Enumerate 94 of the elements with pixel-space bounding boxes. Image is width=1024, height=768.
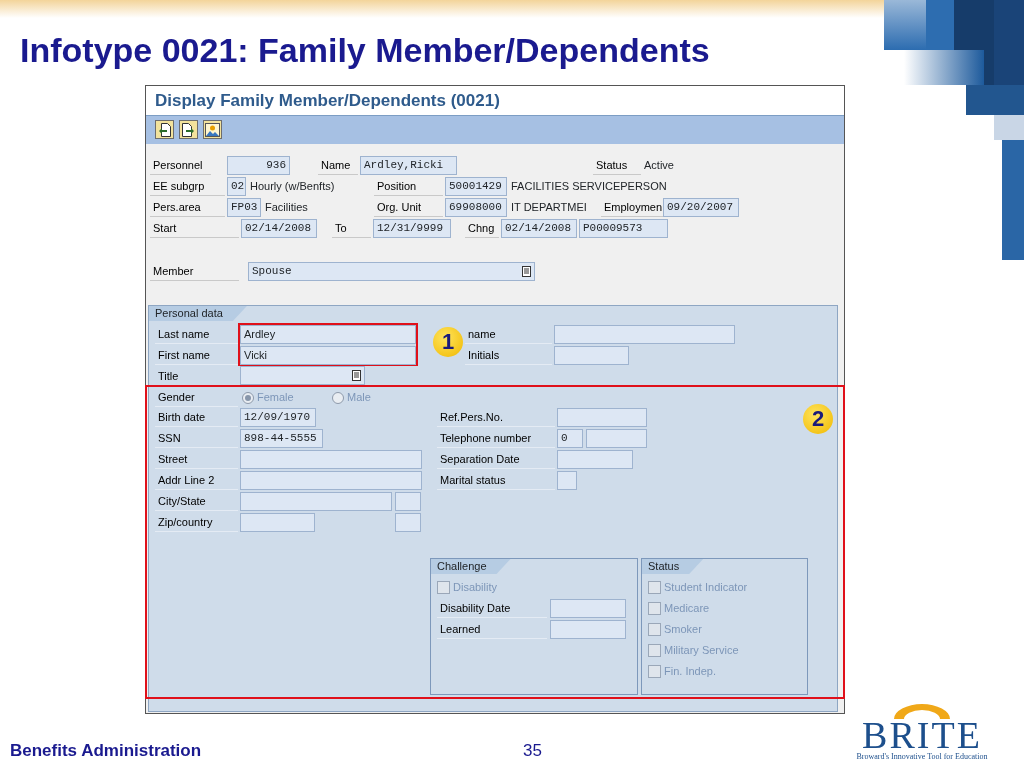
- checkbox-label: Smoker: [664, 622, 702, 638]
- input-field[interactable]: [240, 513, 315, 532]
- field-label: Member: [150, 262, 239, 281]
- field-label: Start: [150, 219, 239, 238]
- previous-button[interactable]: [155, 120, 174, 139]
- field-label: Disability Date: [437, 599, 547, 618]
- callout-marker: 2: [803, 404, 833, 434]
- field-label: Birth date: [155, 408, 238, 427]
- window-title: Display Family Member/Dependents (0021): [155, 91, 500, 110]
- image-button[interactable]: [203, 120, 222, 139]
- logo-text: BRITE: [862, 719, 982, 752]
- logo-tagline: Broward's Innovative Tool for Education: [856, 752, 988, 761]
- value-text: Facilities: [265, 200, 309, 215]
- checkbox-label: Student Indicator: [664, 580, 748, 596]
- input-field[interactable]: 50001429: [445, 177, 507, 196]
- landscape-icon: [205, 122, 220, 137]
- slide-title: Infotype 0021: Family Member/Dependents: [20, 31, 710, 69]
- input-field[interactable]: 936: [227, 156, 290, 175]
- input-field[interactable]: 69908000: [445, 198, 507, 217]
- input-field[interactable]: [240, 450, 422, 469]
- page-arrow-right-icon: [182, 122, 195, 137]
- input-field[interactable]: [557, 450, 633, 469]
- next-button[interactable]: [179, 120, 198, 139]
- sun-icon: [892, 703, 952, 719]
- input-field[interactable]: [240, 471, 422, 490]
- dropdown-field[interactable]: Spouse: [248, 262, 535, 281]
- field-label: First name: [155, 346, 238, 365]
- value-text: FACILITIES SERVICEPERSON: [511, 179, 668, 194]
- input-field[interactable]: [240, 492, 392, 511]
- input-field[interactable]: 02/14/2008: [501, 219, 577, 238]
- field-label: Learned: [437, 620, 547, 639]
- input-field[interactable]: FP03: [227, 198, 261, 217]
- option-label: Male: [347, 390, 371, 406]
- input-field[interactable]: 02: [227, 177, 246, 196]
- field-label: EE subgrp: [150, 177, 225, 196]
- field-label: Chng: [465, 219, 499, 238]
- page-arrow-left-icon: [158, 122, 171, 137]
- input-field[interactable]: [395, 492, 421, 511]
- input-field[interactable]: [395, 513, 421, 532]
- input-field[interactable]: [554, 346, 629, 365]
- field-label: Pers.area: [150, 198, 225, 217]
- field-label: Marital status: [437, 471, 555, 490]
- field-label: Status: [593, 156, 641, 175]
- input-field[interactable]: 09/20/2007: [663, 198, 739, 217]
- input-field[interactable]: [557, 408, 647, 427]
- value-text: IT DEPARTMEI: [511, 200, 588, 215]
- input-field[interactable]: [557, 471, 577, 490]
- input-field[interactable]: 12/31/9999: [373, 219, 451, 238]
- input-field[interactable]: 02/14/2008: [241, 219, 317, 238]
- field-label: Personnel: [150, 156, 211, 175]
- checkbox-label: Medicare: [664, 601, 710, 617]
- value-text: Hourly (w/Benfts): [250, 179, 336, 194]
- field-label: Ref.Pers.No.: [437, 408, 555, 427]
- group-title: Challenge: [431, 559, 511, 574]
- input-field[interactable]: Ardley: [240, 325, 416, 344]
- input-field[interactable]: [586, 429, 647, 448]
- input-field[interactable]: 0: [557, 429, 583, 448]
- field-label: Addr Line 2: [155, 471, 238, 490]
- input-field[interactable]: [554, 325, 735, 344]
- dropdown-field[interactable]: [240, 366, 365, 385]
- field-label: name: [465, 325, 552, 344]
- checkbox-label: Disability: [453, 580, 497, 596]
- input-field[interactable]: [550, 620, 626, 639]
- field-label: Telephone number: [437, 429, 555, 448]
- input-field[interactable]: 898-44-5555: [240, 429, 323, 448]
- field-label: Zip/country: [155, 513, 238, 532]
- input-field[interactable]: P00009573: [579, 219, 668, 238]
- field-label: SSN: [155, 429, 238, 448]
- field-label: To: [332, 219, 371, 238]
- input-field[interactable]: Vicki: [240, 346, 416, 365]
- field-label: City/State: [155, 492, 238, 511]
- group-title: Status: [642, 559, 704, 574]
- field-label: Title: [155, 367, 238, 386]
- field-label: Initials: [465, 346, 552, 365]
- input-field[interactable]: Ardley,Ricki: [360, 156, 457, 175]
- field-label: Last name: [155, 325, 238, 344]
- input-field[interactable]: [550, 599, 626, 618]
- value-text: Active: [644, 158, 675, 173]
- field-label: Name: [318, 156, 358, 175]
- option-label: Female: [257, 390, 294, 406]
- field-label: Separation Date: [437, 450, 555, 469]
- field-label: Street: [155, 450, 238, 469]
- callout-marker: 1: [433, 327, 463, 357]
- field-label: Org. Unit: [374, 198, 443, 217]
- checkbox-label: Military Service: [664, 643, 739, 659]
- list-icon: [352, 370, 361, 381]
- field-label: Position: [374, 177, 443, 196]
- checkbox-label: Fin. Indep.: [664, 664, 716, 680]
- input-field[interactable]: 12/09/1970: [240, 408, 316, 427]
- field-label: Gender: [155, 388, 238, 407]
- list-icon: [522, 266, 531, 277]
- group-title: Personal data: [149, 306, 247, 321]
- page-number: 35: [523, 741, 542, 761]
- footer-text: Benefits Administration: [10, 741, 203, 761]
